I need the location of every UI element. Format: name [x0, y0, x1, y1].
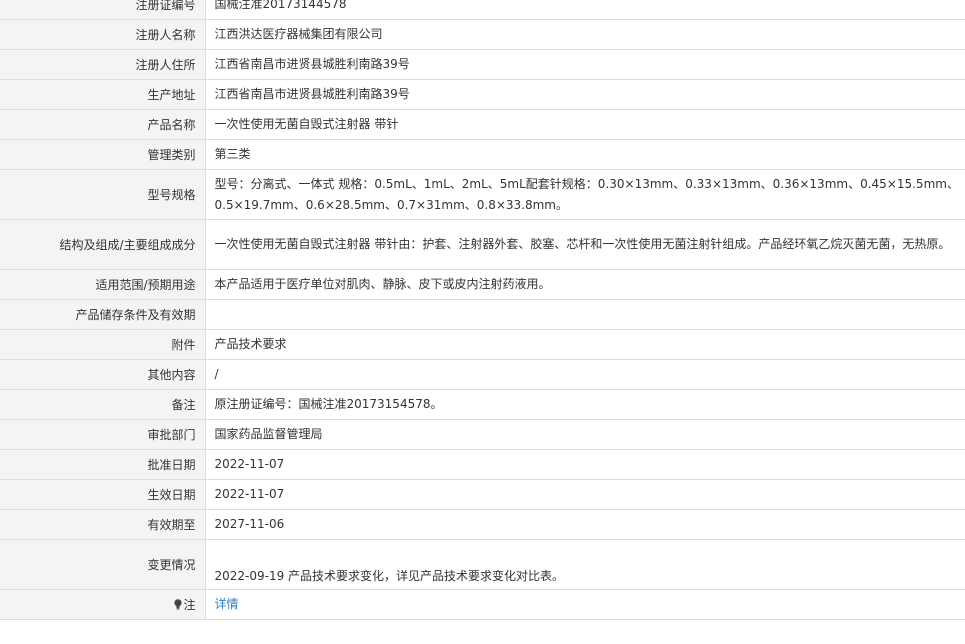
lightbulb-icon: [174, 599, 183, 610]
value-change-history-cell: 2022-09-19 产品技术要求变化，详见产品技术要求变化对比表。: [205, 539, 965, 590]
row-management-category: 管理类别 第三类: [0, 139, 965, 170]
value-production-address: 江西省南昌市进贤县城胜利南路39号: [205, 79, 965, 110]
label-product-name: 产品名称: [0, 109, 206, 140]
registration-detail-table: 注册证编号 国械注准20173144578 注册人名称 江西洪达医疗器械集团有限…: [0, 0, 965, 620]
label-change-history: 变更情况: [0, 539, 206, 590]
label-remarks: 备注: [0, 389, 206, 420]
label-registrant-name: 注册人名称: [0, 19, 206, 50]
label-approval-date: 批准日期: [0, 449, 206, 480]
value-effective-date: 2022-11-07: [205, 479, 965, 510]
row-storage-validity: 产品储存条件及有效期: [0, 299, 965, 330]
value-remarks: 原注册证编号：国械注准20173154578。: [205, 389, 965, 420]
product-registration-detail: 注册证编号 国械注准20173144578 注册人名称 江西洪达医疗器械集团有限…: [0, 0, 965, 620]
label-approval-department: 审批部门: [0, 419, 206, 450]
value-registrant-address: 江西省南昌市进贤县城胜利南路39号: [205, 49, 965, 80]
label-intended-use: 适用范围/预期用途: [0, 269, 206, 300]
row-registration-number: 注册证编号 国械注准20173144578: [0, 0, 965, 20]
value-approval-date: 2022-11-07: [205, 449, 965, 480]
row-attachment: 附件 产品技术要求: [0, 329, 965, 360]
label-effective-date: 生效日期: [0, 479, 206, 510]
row-note: 注 详情: [0, 589, 965, 620]
row-remarks: 备注 原注册证编号：国械注准20173154578。: [0, 389, 965, 420]
row-approval-department: 审批部门 国家药品监督管理局: [0, 419, 965, 450]
value-approval-department: 国家药品监督管理局: [205, 419, 965, 450]
row-intended-use: 适用范围/预期用途 本产品适用于医疗单位对肌肉、静脉、皮下或皮内注射药液用。: [0, 269, 965, 300]
value-valid-until: 2027-11-06: [205, 509, 965, 540]
label-structure-composition: 结构及组成/主要组成成分: [0, 219, 206, 270]
row-registrant-address: 注册人住所 江西省南昌市进贤县城胜利南路39号: [0, 49, 965, 80]
label-note-cell: 注: [0, 589, 206, 620]
label-valid-until: 有效期至: [0, 509, 206, 540]
row-approval-date: 批准日期 2022-11-07: [0, 449, 965, 480]
row-change-history: 变更情况 2022-09-19 产品技术要求变化，详见产品技术要求变化对比表。: [0, 539, 965, 590]
row-other-content: 其他内容 /: [0, 359, 965, 390]
label-model-spec: 型号规格: [0, 169, 206, 220]
row-model-spec: 型号规格 型号：分离式、一体式 规格：0.5mL、1mL、2mL、5mL配套针规…: [0, 169, 965, 220]
value-registration-number: 国械注准20173144578: [205, 0, 965, 20]
details-link[interactable]: 详情: [215, 597, 239, 611]
label-attachment: 附件: [0, 329, 206, 360]
value-intended-use: 本产品适用于医疗单位对肌肉、静脉、皮下或皮内注射药液用。: [205, 269, 965, 300]
value-registrant-name: 江西洪达医疗器械集团有限公司: [205, 19, 965, 50]
value-structure-composition: 一次性使用无菌自毁式注射器 带针由：护套、注射器外套、胶塞、芯杆和一次性使用无菌…: [205, 219, 965, 270]
row-product-name: 产品名称 一次性使用无菌自毁式注射器 带针: [0, 109, 965, 140]
row-effective-date: 生效日期 2022-11-07: [0, 479, 965, 510]
row-structure-composition: 结构及组成/主要组成成分 一次性使用无菌自毁式注射器 带针由：护套、注射器外套、…: [0, 219, 965, 270]
row-valid-until: 有效期至 2027-11-06: [0, 509, 965, 540]
value-attachment: 产品技术要求: [205, 329, 965, 360]
value-change-history: 2022-09-19 产品技术要求变化，详见产品技术要求变化对比表。: [214, 569, 565, 583]
label-other-content: 其他内容: [0, 359, 206, 390]
label-storage-validity: 产品储存条件及有效期: [0, 299, 206, 330]
label-registrant-address: 注册人住所: [0, 49, 206, 80]
value-storage-validity: [205, 299, 965, 330]
value-model-spec: 型号：分离式、一体式 规格：0.5mL、1mL、2mL、5mL配套针规格：0.3…: [205, 169, 965, 220]
row-production-address: 生产地址 江西省南昌市进贤县城胜利南路39号: [0, 79, 965, 110]
value-product-name: 一次性使用无菌自毁式注射器 带针: [205, 109, 965, 140]
label-management-category: 管理类别: [0, 139, 206, 170]
label-registration-number: 注册证编号: [0, 0, 206, 20]
value-note-cell: 详情: [205, 589, 965, 620]
label-note: 注: [183, 598, 196, 612]
label-production-address: 生产地址: [0, 79, 206, 110]
row-registrant-name: 注册人名称 江西洪达医疗器械集团有限公司: [0, 19, 965, 50]
value-other-content: /: [205, 359, 965, 390]
value-management-category: 第三类: [205, 139, 965, 170]
